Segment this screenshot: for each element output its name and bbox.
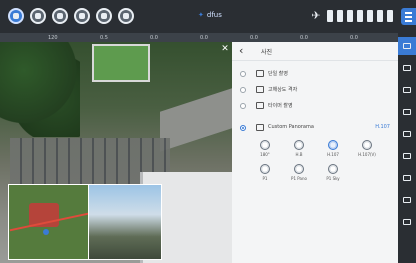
telemetry-value: 0.0 [350, 35, 358, 41]
pano-mode-180[interactable]: 180° [252, 140, 278, 162]
telemetry-value: 0.5 [100, 35, 108, 41]
rail-hd-icon[interactable] [398, 125, 416, 143]
battery-icon [377, 10, 383, 22]
radio-button[interactable] [240, 103, 246, 109]
signal-icon [347, 10, 353, 22]
rail-rtk-icon[interactable] [398, 59, 416, 77]
globe-icon [260, 140, 270, 150]
home-icon[interactable] [8, 8, 24, 24]
road [160, 88, 232, 152]
option-custom-panorama[interactable]: Custom Panorama H.107 [240, 123, 392, 133]
close-icon[interactable]: ✕ [220, 44, 230, 54]
gallery-icon[interactable] [96, 8, 112, 24]
globe-icon [328, 140, 338, 150]
option-timer-shot[interactable]: 타이머 촬영 [240, 101, 392, 111]
pano-mode-label: P1 Sky [326, 176, 340, 181]
pano-mode-label: H.107(V) [358, 152, 376, 157]
telemetry-value: 0.0 [150, 35, 158, 41]
secondary-camera-view[interactable] [88, 184, 162, 260]
rail-display-icon[interactable] [398, 147, 416, 165]
rail-aircraft-icon[interactable] [398, 103, 416, 121]
panel-title: 사진 [261, 49, 273, 56]
telemetry-bar: 120 0.5 0.0 0.0 0.0 0.0 0.0 [0, 33, 416, 42]
rail-obstacle-icon[interactable] [398, 81, 416, 99]
option-value: H.107 [375, 124, 390, 130]
rail-more-icon[interactable] [398, 191, 416, 209]
telemetry-value: 0.0 [300, 35, 308, 41]
download-icon[interactable] [52, 8, 68, 24]
pano-mode-h107v[interactable]: H.107(V) [354, 140, 380, 162]
pano-mode-label: P1 Pano [291, 176, 307, 181]
option-single-shot[interactable]: 단일 촬영 [240, 69, 392, 79]
telemetry-value: 120 [48, 35, 58, 41]
pano-mode-hb[interactable]: H.B [286, 140, 312, 162]
panorama-icon [256, 124, 264, 131]
right-tool-rail [398, 33, 416, 263]
radio-button[interactable] [240, 125, 246, 131]
info-icon[interactable] [118, 8, 134, 24]
pano-mode-label: H.107 [327, 152, 339, 157]
gps-icon [367, 10, 373, 22]
signal-icon [337, 10, 343, 22]
top-bar: ✦ dfus ✈ [0, 0, 416, 33]
signal-icon [327, 10, 333, 22]
pano-mode-h107[interactable]: H.107 [320, 140, 346, 162]
timer-icon [256, 102, 264, 109]
globe-icon [294, 140, 304, 150]
option-label: Custom Panorama [268, 124, 314, 130]
globe-icon [260, 164, 270, 174]
pano-mode-label: 180° [260, 152, 270, 157]
app-brand: ✦ dfus [198, 11, 222, 19]
menu-button[interactable] [401, 8, 416, 25]
telemetry-value: 0.0 [250, 35, 258, 41]
telemetry-value: 0.0 [200, 35, 208, 41]
battery-icon [387, 10, 393, 22]
option-high-res-grid[interactable]: 고해상도 격자 [240, 85, 392, 95]
pano-mode-p1-pano[interactable]: P1 Pano [286, 164, 312, 186]
aircraft-icon: ✈ [311, 9, 321, 22]
rail-camera-icon[interactable] [398, 37, 416, 55]
option-label: 고해상도 격자 [268, 87, 298, 93]
single-shot-icon [256, 70, 264, 77]
tree-area [0, 42, 80, 137]
rail-map-icon[interactable] [398, 213, 416, 231]
settings-icon[interactable] [30, 8, 46, 24]
globe-icon [294, 164, 304, 174]
panel-header: ‹ 사진 [232, 42, 398, 61]
grid-icon [256, 86, 264, 93]
globe-icon [362, 140, 372, 150]
signal-icon [357, 10, 363, 22]
pano-mode-label: H.B [295, 152, 303, 157]
sports-field [92, 44, 150, 82]
pano-mode-p1[interactable]: P1 [252, 164, 278, 186]
radio-button[interactable] [240, 87, 246, 93]
camera-icon[interactable] [74, 8, 90, 24]
option-label: 타이머 촬영 [268, 103, 293, 109]
status-indicators: ✈ [309, 10, 393, 22]
back-icon[interactable]: ‹ [239, 45, 243, 57]
pano-mode-label: P1 [262, 176, 268, 181]
aircraft-location-icon [43, 229, 49, 235]
radio-button[interactable] [240, 71, 246, 77]
pano-mode-p1-sky[interactable]: P1 Sky [320, 164, 346, 186]
photo-mode-panel: ‹ 사진 단일 촬영 고해상도 격자 타이머 촬영 Custom Panoram… [232, 42, 398, 263]
rail-gimbal-icon[interactable] [398, 169, 416, 187]
option-label: 단일 촬영 [268, 71, 288, 77]
mini-map[interactable] [8, 184, 90, 260]
globe-icon [328, 164, 338, 174]
